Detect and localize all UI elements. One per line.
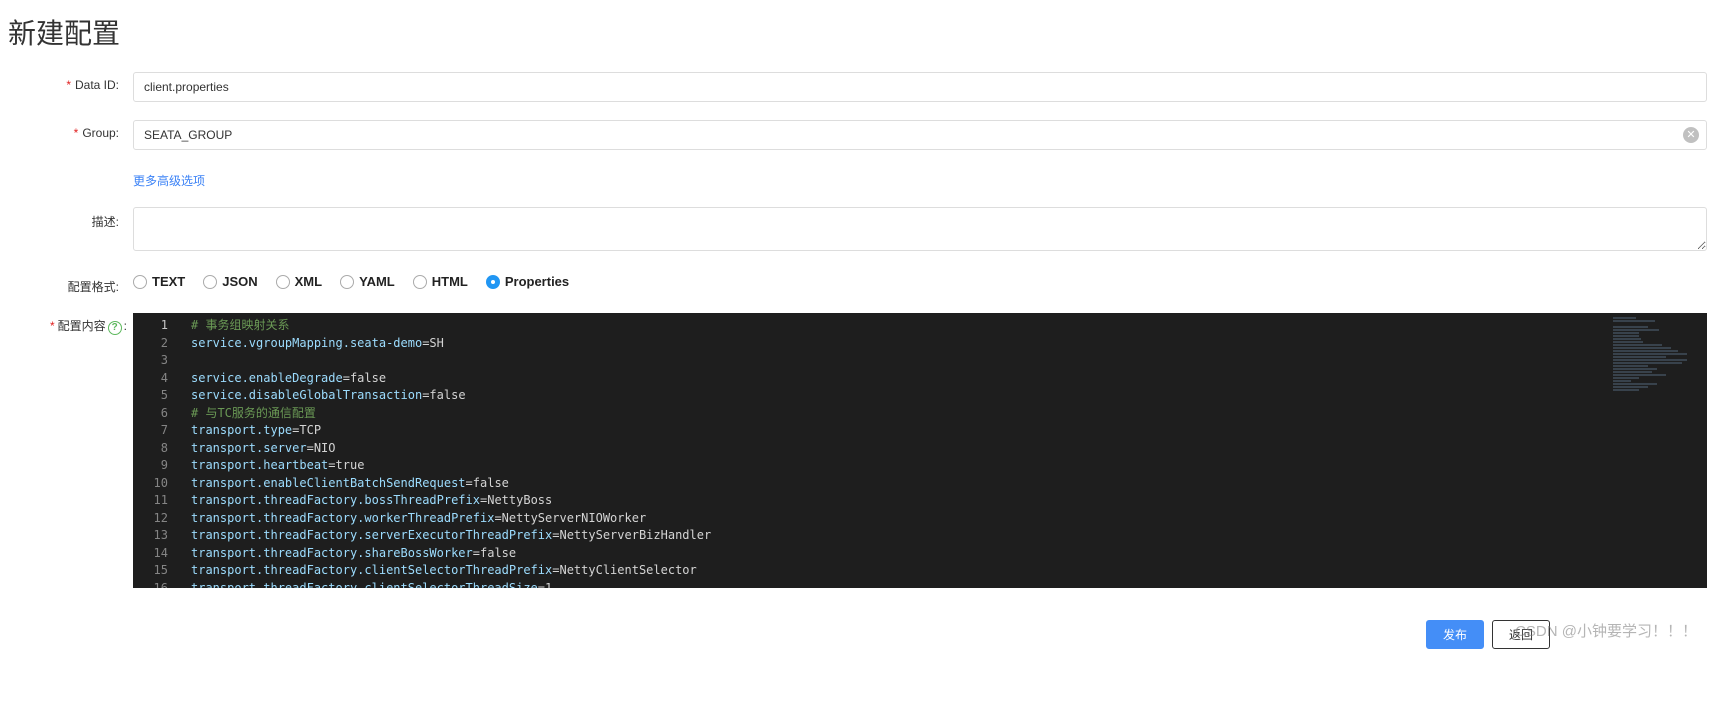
code-line: transport.heartbeat=true: [191, 457, 1707, 475]
page-title: 新建配置: [0, 0, 1715, 72]
code-line: transport.threadFactory.clientSelectorTh…: [191, 580, 1707, 589]
radio-label: XML: [295, 274, 322, 289]
row-config-content: *配置内容?: 12345678910111213141516 # 事务组映射关…: [8, 313, 1707, 588]
line-number: 8: [133, 440, 168, 458]
row-group: Group: ✕: [8, 120, 1707, 150]
code-line: transport.threadFactory.bossThreadPrefix…: [191, 492, 1707, 510]
code-line: transport.type=TCP: [191, 422, 1707, 440]
format-radio-text[interactable]: TEXT: [133, 274, 185, 289]
code-line: transport.threadFactory.workerThreadPref…: [191, 510, 1707, 528]
line-number: 15: [133, 562, 168, 580]
group-input[interactable]: [133, 120, 1707, 150]
format-radio-properties[interactable]: Properties: [486, 274, 569, 289]
format-radio-xml[interactable]: XML: [276, 274, 322, 289]
code-line: transport.threadFactory.serverExecutorTh…: [191, 527, 1707, 545]
code-line: transport.server=NIO: [191, 440, 1707, 458]
code-line: service.disableGlobalTransaction=false: [191, 387, 1707, 405]
radio-icon: [413, 275, 427, 289]
line-number: 11: [133, 492, 168, 510]
row-data-id: Data ID:: [8, 72, 1707, 102]
format-radio-html[interactable]: HTML: [413, 274, 468, 289]
code-line: service.enableDegrade=false: [191, 370, 1707, 388]
editor-minimap[interactable]: [1607, 313, 1707, 588]
code-line: transport.enableClientBatchSendRequest=f…: [191, 475, 1707, 493]
row-description: 描述:: [8, 207, 1707, 254]
spacer: [8, 168, 133, 174]
radio-icon: [276, 275, 290, 289]
label-description: 描述:: [8, 207, 133, 230]
radio-label: Properties: [505, 274, 569, 289]
publish-button[interactable]: 发布: [1426, 620, 1484, 649]
data-id-input[interactable]: [133, 72, 1707, 102]
line-number: 14: [133, 545, 168, 563]
code-line: [191, 352, 1707, 370]
line-number: 2: [133, 335, 168, 353]
format-radio-yaml[interactable]: YAML: [340, 274, 395, 289]
footer-actions: 发布 返回: [0, 600, 1715, 659]
label-data-id: Data ID:: [8, 72, 133, 92]
format-radio-group: TEXT JSON XML YAML HTML Properties: [133, 272, 1707, 289]
code-line: # 事务组映射关系: [191, 317, 1707, 335]
radio-label: TEXT: [152, 274, 185, 289]
row-advanced: 更多高级选项: [8, 168, 1707, 189]
code-editor[interactable]: 12345678910111213141516 # 事务组映射关系service…: [133, 313, 1707, 588]
line-number: 5: [133, 387, 168, 405]
line-number: 10: [133, 475, 168, 493]
help-icon[interactable]: ?: [108, 321, 122, 335]
line-number: 6: [133, 405, 168, 423]
line-number: 12: [133, 510, 168, 528]
line-number: 3: [133, 352, 168, 370]
code-line: transport.threadFactory.shareBossWorker=…: [191, 545, 1707, 563]
radio-icon: [203, 275, 217, 289]
radio-icon: [486, 275, 500, 289]
description-input[interactable]: [133, 207, 1707, 251]
editor-gutter: 12345678910111213141516: [133, 313, 183, 588]
editor-code-area[interactable]: # 事务组映射关系service.vgroupMapping.seata-dem…: [191, 313, 1707, 588]
code-line: # 与TC服务的通信配置: [191, 405, 1707, 423]
line-number: 7: [133, 422, 168, 440]
line-number: 9: [133, 457, 168, 475]
code-line: service.vgroupMapping.seata-demo=SH: [191, 335, 1707, 353]
line-number: 13: [133, 527, 168, 545]
radio-label: YAML: [359, 274, 395, 289]
row-config-format: 配置格式: TEXT JSON XML YAML HTML Properties: [8, 272, 1707, 295]
label-group: Group:: [8, 120, 133, 140]
radio-label: HTML: [432, 274, 468, 289]
radio-label: JSON: [222, 274, 257, 289]
label-config-format: 配置格式:: [8, 272, 133, 295]
line-number: 1: [133, 317, 168, 335]
line-number: 4: [133, 370, 168, 388]
line-number: 16: [133, 580, 168, 589]
clear-icon[interactable]: ✕: [1683, 127, 1699, 143]
format-radio-json[interactable]: JSON: [203, 274, 257, 289]
more-advanced-options-link[interactable]: 更多高级选项: [133, 168, 205, 189]
radio-icon: [133, 275, 147, 289]
label-config-content: *配置内容?:: [8, 313, 133, 335]
back-button[interactable]: 返回: [1492, 620, 1550, 649]
code-line: transport.threadFactory.clientSelectorTh…: [191, 562, 1707, 580]
radio-icon: [340, 275, 354, 289]
